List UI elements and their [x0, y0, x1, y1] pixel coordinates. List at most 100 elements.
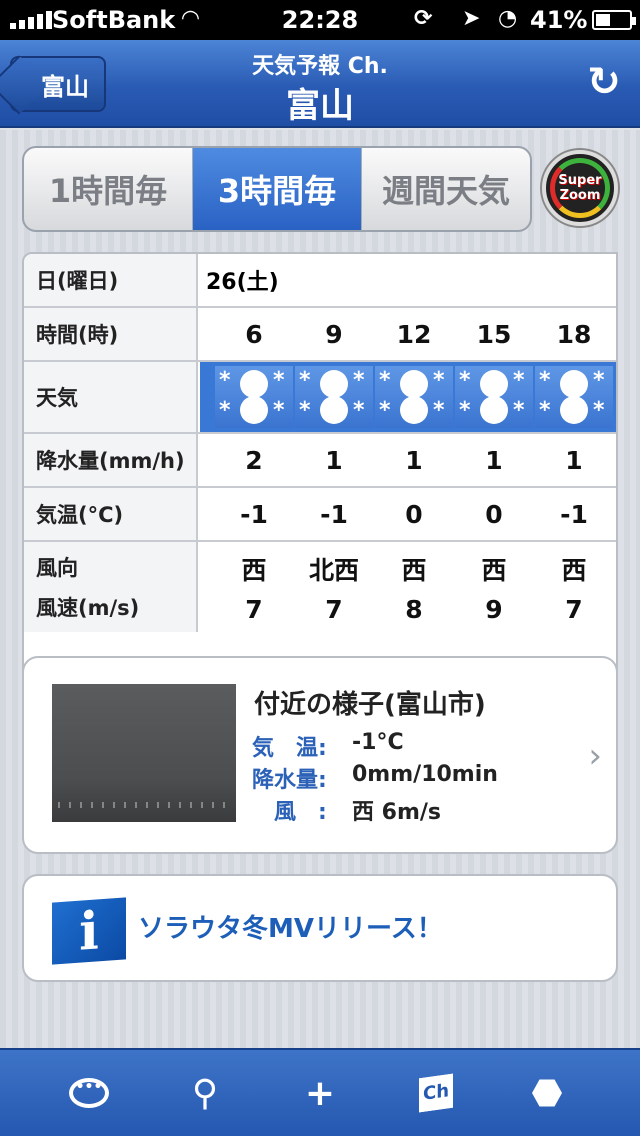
live-wind-key: 風 :	[252, 800, 327, 825]
location-icon: ➤	[462, 6, 481, 31]
precip-cell-value: 1	[485, 445, 503, 475]
temp-cell-3: 0	[454, 488, 534, 540]
precip-cell-value: 1	[565, 445, 583, 475]
status-bar: SoftBank ◠ 22:28 ⟳ ➤ ◔ 41%	[0, 0, 640, 40]
hour-label: 時間(時)	[24, 308, 198, 360]
temp-cell-1: -1	[294, 488, 374, 540]
temp-cell-value: -1	[240, 499, 268, 529]
live-precip-value: 0mm/10min	[352, 762, 498, 787]
wind-cell-3: 西9	[454, 542, 534, 632]
live-camera-image	[52, 684, 236, 822]
hour-cell-4: 18	[534, 308, 614, 360]
snow-icon: * * * *	[295, 366, 373, 428]
hour-cell-2: 12	[374, 308, 454, 360]
live-temp-value: -1°C	[352, 730, 404, 755]
info-icon: i	[52, 897, 126, 965]
zoom-label-1: Super	[558, 173, 602, 188]
nav-subtitle: 天気予報 Ch.	[252, 54, 388, 79]
hour-cell-value: 9	[325, 319, 343, 349]
settings-hex-icon[interactable]	[522, 1068, 572, 1118]
wind-cell-value: 7	[325, 594, 343, 624]
alarm-icon: ◔	[498, 6, 518, 31]
live-precip-key: 降水量:	[252, 768, 327, 793]
chevron-right-icon: ›	[588, 736, 602, 776]
wind-row: 風向 風速(m/s) 西 7 北西 7 西 8 西 9 西 7	[24, 542, 616, 632]
refresh-icon[interactable]: ↻	[582, 60, 626, 104]
temp-label: 気温(°C)	[24, 488, 198, 540]
hour-row: 時間(時) 6 9 12 15 18	[24, 308, 616, 362]
wind-cell-value: 西	[241, 555, 267, 585]
live-camera-card[interactable]: 付近の様子(富山市) 気 温: -1°C 降水量: 0mm/10min 風 : 西 6…	[22, 656, 618, 854]
hour-cell-value: 18	[556, 319, 592, 349]
temp-row: 気温(°C) -1 -1 0 0 -1	[24, 488, 616, 542]
add-icon[interactable]: +	[295, 1068, 345, 1118]
tab-3-hour[interactable]: 3時間毎	[193, 148, 362, 230]
precip-cell-3: 1	[454, 434, 534, 486]
hour-cell-value: 6	[245, 319, 263, 349]
temp-cell-value: 0	[485, 499, 503, 529]
hour-cell-1: 9	[294, 308, 374, 360]
wind-cell-value: 西	[561, 555, 587, 585]
precip-cell-1: 1	[294, 434, 374, 486]
navigation-bar: 富山 天気予報 Ch. 富山 ↻	[0, 40, 640, 128]
search-icon[interactable]: ⚲	[180, 1068, 230, 1118]
hour-cell-0: 6	[214, 308, 294, 360]
hour-cell-3: 15	[454, 308, 534, 360]
precip-cell-value: 1	[325, 445, 343, 475]
zoom-label-2: Zoom	[559, 188, 601, 203]
precip-row: 降水量(mm/h) 2 1 1 1 1	[24, 434, 616, 488]
chat-bubble-icon[interactable]: •••	[64, 1068, 114, 1118]
weather-label: 天気	[24, 362, 198, 432]
wind-direction-label: 風向	[36, 556, 78, 580]
date-row: 日(曜日) 26(土)	[24, 254, 616, 308]
live-wind-value: 西 6m/s	[352, 800, 442, 825]
temp-cell-value: 0	[405, 499, 423, 529]
precip-cell-2: 1	[374, 434, 454, 486]
content-area: 1時間毎 3時間毎 週間天気 Super Zoom 日(曜日) 26(土) 時間(…	[0, 130, 640, 1048]
wind-cell-value: 西	[401, 555, 427, 585]
precip-cell-value: 1	[405, 445, 423, 475]
snow-icon: * * * *	[455, 366, 533, 428]
tab-1-hour[interactable]: 1時間毎	[24, 148, 193, 230]
temp-cell-4: -1	[534, 488, 614, 540]
wind-speed-label: 風速(m/s)	[36, 596, 140, 620]
battery-icon	[592, 10, 636, 30]
super-zoom-button[interactable]: Super Zoom	[542, 150, 618, 226]
tab-weekly[interactable]: 週間天気	[362, 148, 530, 230]
wind-cell-value: 9	[485, 594, 503, 624]
wind-cell-value: 8	[405, 594, 423, 624]
interval-segmented-control: 1時間毎 3時間毎 週間天気	[22, 146, 532, 232]
snow-icon: * * * *	[535, 366, 613, 428]
rotation-lock-icon: ⟳	[414, 6, 433, 31]
snow-icon: * * * *	[375, 366, 453, 428]
wind-cell-value: 7	[565, 594, 583, 624]
wind-cell-value: 7	[245, 594, 263, 624]
news-banner[interactable]: i ソラウタ冬MVリリース！	[22, 874, 618, 982]
snow-icon: * * * *	[215, 366, 293, 428]
weather-row: 天気 * * * * * * * * * * * * * * * * * * * *	[24, 362, 616, 434]
precip-cell-value: 2	[245, 445, 263, 475]
wind-cell-0: 西7	[214, 542, 294, 632]
channel-icon[interactable]: Ch	[411, 1068, 461, 1118]
precip-cell-0: 2	[214, 434, 294, 486]
hour-cell-value: 12	[396, 319, 432, 349]
live-camera-title: 付近の様子(富山市)	[254, 690, 486, 720]
temp-cell-0: -1	[214, 488, 294, 540]
live-temp-key: 気 温:	[252, 736, 327, 761]
date-value: 26(土)	[206, 270, 279, 295]
wind-cell-value: 西	[481, 555, 507, 585]
news-text: ソラウタ冬MVリリース！	[138, 914, 443, 944]
date-label: 日(曜日)	[24, 254, 198, 306]
wind-cell-2: 西8	[374, 542, 454, 632]
wind-cell-value: 北西	[308, 555, 359, 585]
temp-cell-value: -1	[320, 499, 348, 529]
temp-cell-value: -1	[560, 499, 588, 529]
hour-cell-value: 15	[476, 319, 512, 349]
tab-bar: ••• ⚲ + Ch	[0, 1048, 640, 1136]
precip-label: 降水量(mm/h)	[24, 434, 198, 486]
wind-cell-1: 北西 7	[294, 542, 374, 632]
precip-cell-4: 1	[534, 434, 614, 486]
page-title: 富山	[286, 86, 354, 126]
battery-percent: 41%	[530, 6, 588, 34]
temp-cell-2: 0	[374, 488, 454, 540]
